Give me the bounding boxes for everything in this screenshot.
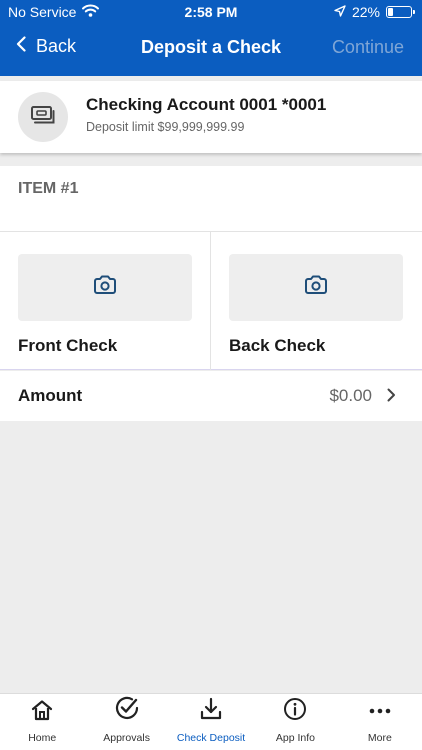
camera-icon xyxy=(93,275,117,300)
tab-more-label: More xyxy=(367,732,392,744)
deposit-limit: Deposit limit $99,999,999.99 xyxy=(86,120,245,134)
tab-bar: Home Approvals Check Deposit App Info Mo… xyxy=(0,693,422,750)
tab-check-deposit-label: Check Deposit xyxy=(176,732,246,744)
back-check-photo-button[interactable] xyxy=(229,254,403,321)
back-label: Back xyxy=(36,36,77,56)
continue-button[interactable]: Continue xyxy=(332,37,404,58)
tab-more[interactable]: More xyxy=(338,694,422,750)
cash-icon xyxy=(30,105,56,130)
tab-check-deposit[interactable]: Check Deposit xyxy=(169,694,253,750)
front-check[interactable]: Front Check xyxy=(0,232,210,370)
amount-row[interactable]: Amount $0.00 xyxy=(0,371,422,421)
tab-approvals-label: Approvals xyxy=(103,732,150,744)
amount-value: $0.00 xyxy=(329,386,372,405)
status-bar: No Service 2:58 PM 22% xyxy=(0,0,422,26)
tab-app-info-label: App Info xyxy=(275,732,315,744)
item-header: ITEM #1 xyxy=(0,166,422,232)
front-check-photo-button[interactable] xyxy=(18,254,192,321)
home-icon xyxy=(31,699,53,726)
chevron-right-icon xyxy=(387,388,396,407)
info-icon xyxy=(283,697,307,726)
battery-fill xyxy=(388,8,393,16)
back-check-label: Back Check xyxy=(229,336,326,355)
status-right: 22% xyxy=(334,4,415,20)
tab-app-info[interactable]: App Info xyxy=(253,694,337,750)
tab-approvals[interactable]: Approvals xyxy=(84,694,168,750)
top-bar: No Service 2:58 PM 22% Back Deposit a Ch… xyxy=(0,0,422,76)
account-avatar xyxy=(18,92,68,142)
nav-bar: Back Deposit a Check Continue xyxy=(0,30,422,66)
check-images: Front Check Back Check xyxy=(0,232,422,370)
download-icon xyxy=(199,697,223,726)
account-name: Checking Account 0001 *0001 xyxy=(86,95,327,114)
chevron-left-icon xyxy=(16,36,26,57)
location-arrow-icon xyxy=(334,4,346,20)
amount-label: Amount xyxy=(18,386,83,405)
back-button[interactable]: Back xyxy=(16,36,76,57)
battery-icon xyxy=(386,6,415,18)
battery-percent: 22% xyxy=(351,4,380,20)
account-selector[interactable]: Checking Account 0001 *0001 Deposit limi… xyxy=(0,81,422,153)
tab-home[interactable]: Home xyxy=(0,694,84,750)
back-check[interactable]: Back Check xyxy=(211,232,421,370)
front-check-label: Front Check xyxy=(18,336,118,355)
camera-icon xyxy=(304,275,328,300)
item-label: ITEM #1 xyxy=(18,180,79,197)
tab-home-label: Home xyxy=(28,732,57,744)
more-icon xyxy=(369,701,391,726)
check-circle-icon xyxy=(114,695,140,726)
